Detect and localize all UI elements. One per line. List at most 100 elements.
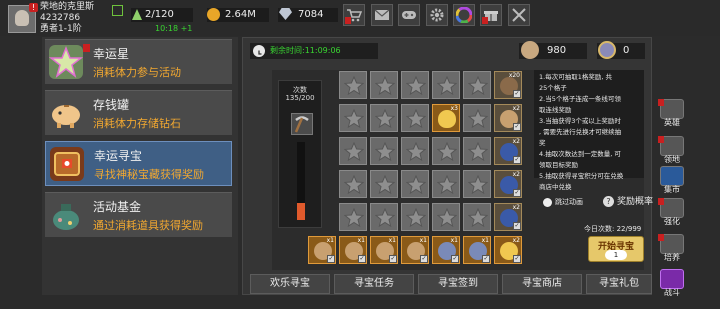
- clock-icon: [253, 45, 265, 57]
- line-reward-cell[interactable]: x20 ✓: [494, 71, 522, 99]
- star-icon: [344, 109, 364, 129]
- shop-icon[interactable]: [343, 4, 365, 26]
- help-icon[interactable]: ?: [603, 196, 614, 207]
- nav-train[interactable]: 培养: [658, 234, 686, 264]
- grid-cell[interactable]: [432, 137, 460, 165]
- start-cost: 1: [605, 250, 627, 260]
- star-icon: [344, 175, 364, 195]
- item-count: x2: [512, 105, 520, 112]
- tab-hunt-tasks[interactable]: 寻宝任务: [334, 274, 414, 294]
- star-icon: [375, 208, 395, 228]
- star-icon: [48, 45, 84, 79]
- grid-cell[interactable]: [432, 71, 460, 99]
- line-reward-cell[interactable]: x1 ✓: [339, 236, 367, 264]
- nav-battle[interactable]: 战斗: [658, 269, 686, 299]
- nav-market[interactable]: 集市: [658, 166, 686, 196]
- gamepad-icon[interactable]: [398, 4, 420, 26]
- market-icon: [660, 166, 684, 186]
- grid-cell[interactable]: [463, 203, 491, 231]
- item-count: x1: [326, 237, 334, 244]
- gift-icon[interactable]: [480, 4, 502, 26]
- grid-cell[interactable]: [339, 71, 367, 99]
- line-reward-cell[interactable]: x2 ✓: [494, 170, 522, 198]
- settings-icon[interactable]: [426, 4, 448, 26]
- nav-hero[interactable]: 英雄: [658, 99, 686, 129]
- star-icon: [375, 142, 395, 162]
- grid-cell[interactable]: [463, 137, 491, 165]
- line-reward-cell[interactable]: x1 ✓: [308, 236, 336, 264]
- menu-item-piggy-bank[interactable]: 存钱罐 消耗体力存储钻石: [45, 90, 232, 135]
- star-icon: [344, 208, 364, 228]
- grid-cell[interactable]: [339, 137, 367, 165]
- grid-cell[interactable]: [401, 104, 429, 132]
- grid-cell[interactable]: [463, 104, 491, 132]
- rule-line: 1.每次可抽取1格奖励, 共: [539, 73, 612, 81]
- rule-line: 5.抽取获得寻宝积分可在兑换: [539, 172, 624, 180]
- grid-cell[interactable]: [370, 170, 398, 198]
- rules-box: 1.每次可抽取1格奖励, 共 25个格子 2.当5个格子连成一条线可领 取连线奖励 3.…: [534, 70, 644, 191]
- grid-cell[interactable]: [370, 137, 398, 165]
- counter-progress-fill: [297, 202, 305, 220]
- line-reward-cell[interactable]: x1 ✓: [401, 236, 429, 264]
- menu-item-activity-fund[interactable]: 活动基金 通过消耗道具获得奖励: [45, 192, 232, 237]
- rule-line: 奖: [539, 139, 546, 147]
- tab-hunt-gift[interactable]: 寻宝礼包: [586, 274, 652, 294]
- battle-portal-icon: [660, 269, 684, 289]
- item-count: x1: [450, 237, 458, 244]
- mail-icon[interactable]: [371, 4, 393, 26]
- edit-icon[interactable]: [112, 5, 123, 16]
- item-count: x20: [508, 72, 520, 79]
- grid-cell[interactable]: [401, 170, 429, 198]
- counter-progress-bar: [297, 142, 305, 220]
- tab-happy-hunt[interactable]: 欢乐寻宝: [250, 274, 330, 294]
- menu-item-lucky-star[interactable]: 幸运星 消耗体力参与活动: [45, 39, 232, 84]
- menu-title: 幸运寻宝: [94, 149, 143, 163]
- grid-cell[interactable]: [339, 104, 367, 132]
- item-count: x2: [512, 171, 520, 178]
- nav-territory[interactable]: 领地: [658, 136, 686, 166]
- grid-cell[interactable]: [463, 170, 491, 198]
- tab-hunt-checkin[interactable]: 寻宝签到: [418, 274, 498, 294]
- item-count: x2: [512, 237, 520, 244]
- check-icon: ✓: [513, 123, 521, 131]
- grid-cell[interactable]: [370, 203, 398, 231]
- tab-hunt-shop[interactable]: 寻宝商店: [502, 274, 582, 294]
- check-icon: ✓: [513, 156, 521, 164]
- player-name: 荣地的克里斯: [40, 2, 95, 12]
- line-reward-cell[interactable]: x2 ✓: [494, 104, 522, 132]
- line-reward-cell[interactable]: x2 ✓: [494, 203, 522, 231]
- grid-cell[interactable]: [432, 170, 460, 198]
- grid-cell[interactable]: [401, 137, 429, 165]
- menu-item-treasure-hunt[interactable]: 幸运寻宝 寻找神秘宝藏获得奖励: [45, 141, 232, 186]
- star-icon: [375, 175, 395, 195]
- grid-cell[interactable]: [463, 71, 491, 99]
- grid-cell[interactable]: [401, 203, 429, 231]
- player-avatar[interactable]: !: [8, 3, 38, 33]
- color-wheel-icon[interactable]: [453, 4, 475, 26]
- grid-cell[interactable]: [432, 203, 460, 231]
- line-reward-cell[interactable]: x2 ✓: [494, 137, 522, 165]
- grid-cell[interactable]: [339, 203, 367, 231]
- star-icon: [375, 109, 395, 129]
- menu-desc: 消耗体力参与活动: [93, 66, 181, 79]
- line-reward-cell[interactable]: x1 ✓: [432, 236, 460, 264]
- grid-cell-egg[interactable]: x3: [432, 104, 460, 132]
- line-reward-cell[interactable]: x2 ✓: [494, 236, 522, 264]
- today-count-value: 22/999: [616, 225, 642, 233]
- swords-icon[interactable]: [508, 4, 530, 26]
- check-icon: ✓: [420, 255, 428, 263]
- grid-cell[interactable]: [401, 71, 429, 99]
- golden-egg-icon: [438, 110, 456, 128]
- start-hunt-button[interactable]: 开始寻宝 1: [588, 236, 644, 262]
- grid-cell[interactable]: [370, 71, 398, 99]
- skip-animation-checkbox[interactable]: [543, 198, 552, 207]
- grid-cell[interactable]: [339, 170, 367, 198]
- star-icon: [375, 76, 395, 96]
- line-reward-cell[interactable]: x1 ✓: [370, 236, 398, 264]
- today-count: 今日次数: 22/999: [584, 224, 641, 235]
- line-reward-cell[interactable]: x1 ✓: [463, 236, 491, 264]
- nav-enhance[interactable]: 强化: [658, 198, 686, 228]
- grid-cell[interactable]: [370, 104, 398, 132]
- check-icon: ✓: [327, 255, 335, 263]
- reward-probability[interactable]: 奖励概率: [617, 197, 653, 208]
